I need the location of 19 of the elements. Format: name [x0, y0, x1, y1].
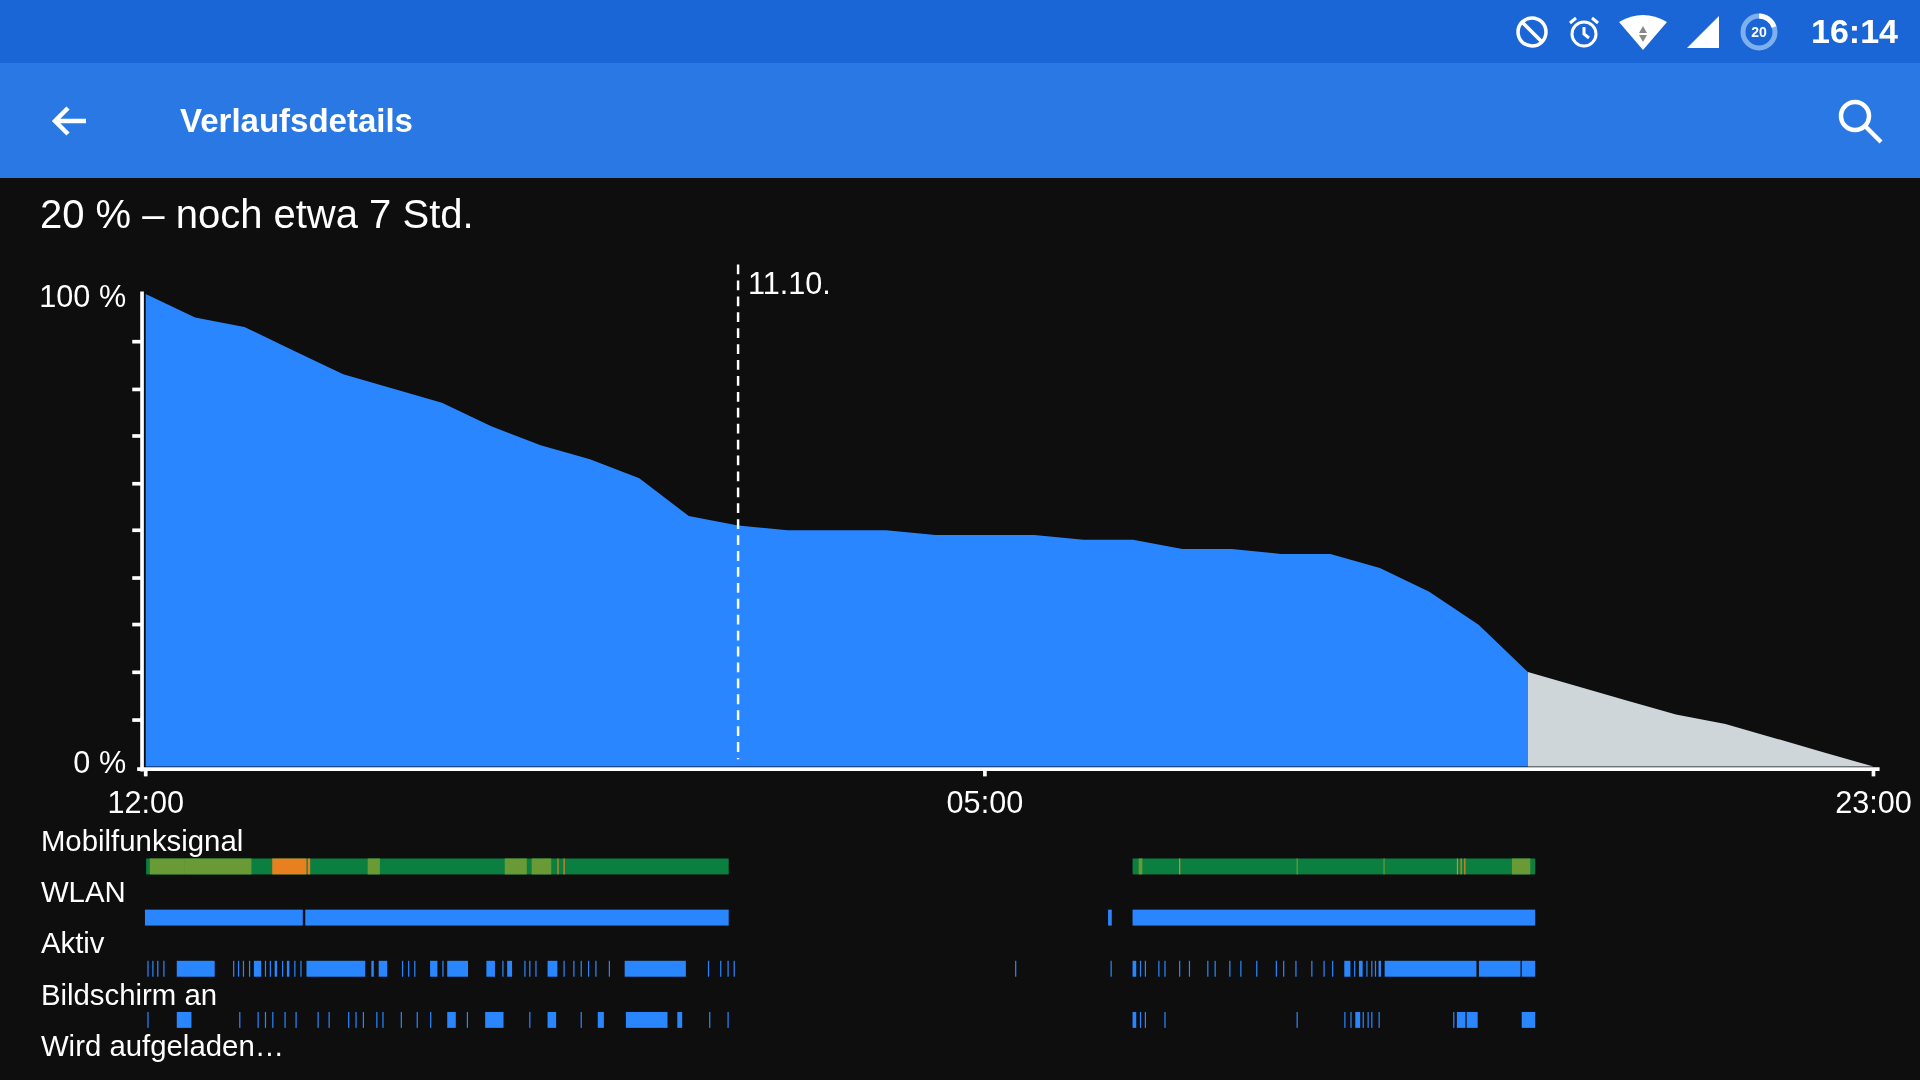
- y-axis-label: 0 %: [73, 744, 127, 779]
- battery-ring-icon: [1739, 11, 1780, 52]
- timeline-label: Mobilfunksignal: [40, 824, 244, 858]
- wifi-icon: [1619, 13, 1668, 50]
- timeline-label: WLAN: [40, 875, 126, 909]
- screen-title: Verlaufsdetails: [180, 101, 414, 140]
- alarm-clock-icon: [1567, 14, 1602, 49]
- x-axis-label: 12:00: [107, 785, 184, 820]
- timeline-label: Aktiv: [40, 926, 105, 960]
- battery-summary: 20 % – noch etwa 7 Std.: [40, 192, 474, 237]
- do-not-disturb-icon: [1515, 14, 1550, 49]
- timeline-label: Wird aufgeladen…: [40, 1028, 285, 1062]
- x-axis-label: 23:00: [1835, 785, 1912, 820]
- timeline-label: Bildschirm an: [40, 977, 218, 1011]
- y-axis-label: 100 %: [39, 279, 127, 314]
- clock-time: 16:14: [1811, 12, 1898, 51]
- x-axis-label: 05:00: [946, 785, 1024, 820]
- battery-percent: 20: [1751, 24, 1767, 39]
- date-label: 11.10.: [747, 265, 831, 300]
